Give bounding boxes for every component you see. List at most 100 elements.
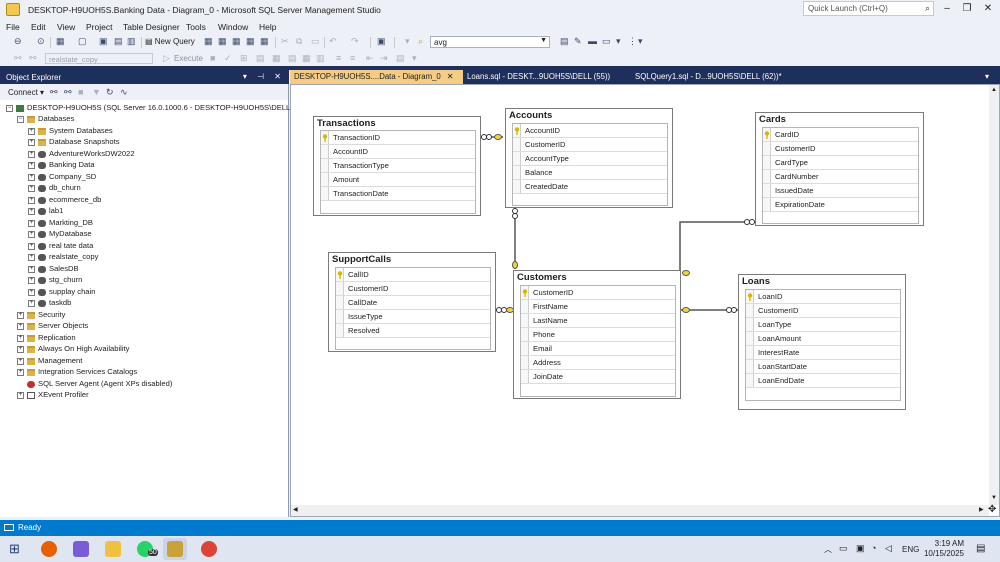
menu-file[interactable]: File: [6, 22, 20, 32]
column-row[interactable]: ExpirationDate: [763, 198, 918, 212]
notifications-icon[interactable]: ▤: [976, 543, 985, 554]
column-row[interactable]: IssuedDate: [763, 184, 918, 198]
results-grid-icon[interactable]: ▦: [302, 53, 311, 64]
save-all-icon[interactable]: ▥: [127, 36, 136, 47]
table-customers[interactable]: Customers CustomerID FirstName LastName …: [513, 270, 681, 399]
row-selector[interactable]: [763, 184, 771, 197]
close-button[interactable]: ✕: [979, 2, 997, 16]
tree-node-db[interactable]: + Banking Data: [28, 160, 95, 171]
scroll-up-icon[interactable]: ▲: [991, 87, 997, 93]
column-row[interactable]: CreatedDate: [513, 180, 667, 194]
stop-icon[interactable]: ■: [210, 53, 215, 63]
parse-icon[interactable]: ✓: [224, 53, 232, 64]
tree-node-db[interactable]: + Markting_DB: [28, 218, 93, 229]
tree-node-db[interactable]: + ecommerce_db: [28, 195, 101, 206]
disconnect-icon[interactable]: ⚯: [64, 87, 72, 98]
row-selector[interactable]: [521, 300, 529, 313]
open-file-icon[interactable]: ▣: [99, 36, 108, 47]
language-indicator[interactable]: ENG: [902, 545, 919, 554]
row-selector[interactable]: [321, 173, 329, 186]
diagram-canvas[interactable]: Transactions TransactionID AccountID Tra…: [290, 84, 1000, 517]
expand-icon[interactable]: +: [17, 368, 24, 376]
row-selector[interactable]: [521, 328, 529, 341]
column-row[interactable]: TransactionID: [321, 131, 475, 145]
cut-icon[interactable]: ✂: [281, 36, 289, 47]
specify-values-icon[interactable]: ▤: [396, 53, 405, 64]
filter-icon[interactable]: ▼: [92, 87, 101, 97]
row-selector[interactable]: [321, 145, 329, 158]
column-row[interactable]: Email: [521, 342, 675, 356]
column-row[interactable]: LoanEndDate: [746, 374, 900, 388]
query-dmx-icon[interactable]: ▦: [246, 36, 255, 47]
column-row[interactable]: LoanID: [746, 290, 900, 304]
tab-diagram[interactable]: DESKTOP-H9UOH5S....Data - Diagram_0 ✕: [290, 70, 463, 84]
menu-project[interactable]: Project: [86, 22, 112, 32]
column-row[interactable]: LastName: [521, 314, 675, 328]
tree-node-db[interactable]: + SalesDB: [28, 264, 79, 275]
row-selector[interactable]: [763, 156, 771, 169]
toolbar-options-icon[interactable]: ▾: [412, 53, 417, 64]
expand-icon[interactable]: +: [28, 127, 35, 135]
volume-icon[interactable]: ◁: [885, 543, 892, 554]
query-db-engine-icon[interactable]: ▦: [204, 36, 213, 47]
change-connection-icon[interactable]: ⚯: [29, 53, 37, 64]
expand-icon[interactable]: +: [17, 322, 24, 330]
row-selector[interactable]: [746, 318, 754, 331]
uncomment-icon[interactable]: ≡: [350, 53, 355, 63]
tree-node-server-objects[interactable]: + Server Objects: [17, 321, 88, 332]
expand-icon[interactable]: +: [28, 230, 35, 238]
minimize-button[interactable]: –: [938, 2, 956, 16]
column-row[interactable]: CardNumber: [763, 170, 918, 184]
row-selector[interactable]: [746, 304, 754, 317]
tree-node-databases[interactable]: − Databases: [17, 114, 74, 125]
tree-node-db[interactable]: + db_churn: [28, 183, 81, 194]
tree-node-xevent-profiler[interactable]: + XEvent Profiler: [17, 390, 89, 401]
tree-node-db[interactable]: + MyDatabase: [28, 229, 92, 240]
more-dropdown-icon[interactable]: ▾: [616, 36, 621, 47]
expand-icon[interactable]: +: [28, 150, 35, 158]
row-selector[interactable]: [746, 346, 754, 359]
tab-sqlquery1[interactable]: SQLQuery1.sql - D...9UOH5S\DELL (62))*: [631, 70, 801, 84]
table-transactions[interactable]: Transactions TransactionID AccountID Tra…: [313, 116, 481, 216]
expand-icon[interactable]: +: [28, 196, 35, 204]
table-supportcalls[interactable]: SupportCalls CallID CustomerID CallDate …: [328, 252, 496, 352]
expand-icon[interactable]: +: [28, 265, 35, 273]
tree-node-db[interactable]: + taskdb: [28, 298, 71, 309]
scroll-left-icon[interactable]: ◀: [293, 506, 298, 513]
column-row[interactable]: CustomerID: [746, 304, 900, 318]
tree-node-db[interactable]: + realstate_copy: [28, 252, 98, 263]
collapse-icon[interactable]: −: [6, 104, 13, 112]
column-row[interactable]: IssueType: [336, 310, 490, 324]
table-loans[interactable]: Loans LoanID CustomerID LoanType LoanAmo…: [738, 274, 906, 410]
column-row[interactable]: Balance: [513, 166, 667, 180]
expand-icon[interactable]: +: [28, 276, 35, 284]
row-selector[interactable]: [521, 314, 529, 327]
redo-icon[interactable]: ↷: [351, 36, 359, 47]
undo-icon[interactable]: ↶: [329, 36, 337, 47]
ssms-taskbar-button[interactable]: [163, 538, 187, 560]
row-selector[interactable]: [336, 310, 344, 323]
tree-node-db[interactable]: + real tate data: [28, 241, 93, 252]
decrease-indent-icon[interactable]: ⇤: [366, 53, 374, 64]
row-selector[interactable]: [746, 332, 754, 345]
network-icon[interactable]: ▣: [856, 543, 865, 554]
column-row[interactable]: LoanAmount: [746, 332, 900, 346]
column-row[interactable]: InterestRate: [746, 346, 900, 360]
activity-icon[interactable]: ∿: [120, 87, 128, 98]
row-selector[interactable]: [321, 187, 329, 200]
row-selector[interactable]: [763, 170, 771, 183]
connect-server-icon[interactable]: ⚯: [50, 87, 58, 98]
column-row[interactable]: CustomerID: [763, 142, 918, 156]
tree-node-sql-agent[interactable]: SQL Server Agent (Agent XPs disabled): [27, 379, 172, 390]
column-row[interactable]: AccountID: [513, 124, 667, 138]
menu-view[interactable]: View: [57, 22, 75, 32]
increase-indent-icon[interactable]: ⇥: [380, 53, 388, 64]
copilot-icon[interactable]: [73, 541, 89, 557]
scroll-down-icon[interactable]: ▼: [991, 495, 997, 501]
row-selector[interactable]: [513, 166, 521, 179]
panel-pin-close-icons[interactable]: ▾ ⊣ ✕: [243, 72, 285, 81]
column-row[interactable]: TransactionDate: [321, 187, 475, 201]
expand-icon[interactable]: +: [28, 184, 35, 192]
row-selector[interactable]: [336, 282, 344, 295]
clock-time[interactable]: 3:19 AM: [928, 539, 964, 548]
